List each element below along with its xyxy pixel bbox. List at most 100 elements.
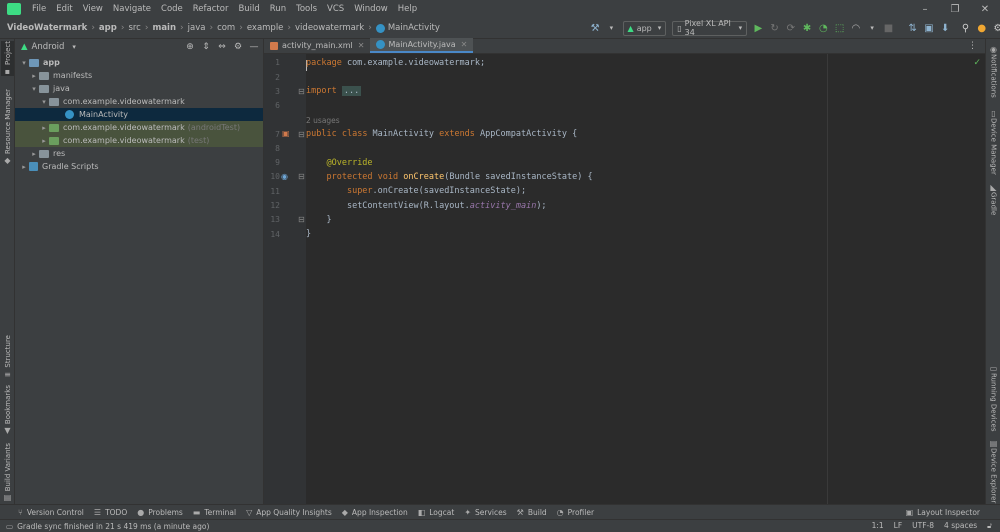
tree-item-package-test[interactable]: ▸ com.example.videowatermark (test) [15, 134, 263, 147]
settings-gear-icon[interactable]: ⚙ [993, 22, 1000, 34]
project-view-mode-select[interactable]: Android [32, 42, 65, 52]
menu-navigate[interactable]: Navigate [108, 4, 156, 14]
breadcrumb-main[interactable]: main [152, 23, 176, 33]
chevron-right-icon[interactable]: ▸ [39, 137, 49, 145]
more-options-icon[interactable]: ⋮ [968, 41, 977, 51]
tool-problems[interactable]: ● Problems [132, 508, 188, 517]
tree-item-app[interactable]: ▾ app [15, 56, 263, 69]
close-icon[interactable]: ✕ [358, 41, 365, 50]
override-method-icon[interactable]: ◉ [281, 172, 288, 181]
tab-resource-manager[interactable]: Resource Manager ◆ [1, 89, 14, 165]
tree-item-mainactivity[interactable]: MainActivity [15, 108, 263, 121]
tab-notifications[interactable]: ◉ Notifications [987, 43, 1000, 98]
breadcrumb-videowatermark[interactable]: videowatermark [295, 23, 364, 33]
lock-icon[interactable]: 🔓︎ [987, 521, 992, 531]
menu-code[interactable]: Code [156, 4, 188, 14]
code-line-11[interactable]: super.onCreate(savedInstanceState); [306, 184, 526, 198]
breadcrumb-example[interactable]: example [247, 23, 284, 33]
chevron-right-icon[interactable]: ▸ [19, 163, 29, 171]
sync-gradle-icon[interactable]: ⇅ [908, 22, 918, 34]
build-hammer-icon[interactable]: ⚒ [590, 22, 600, 34]
no-problems-check-icon[interactable]: ✓ [973, 58, 981, 68]
apply-changes-icon[interactable]: ⟳ [786, 22, 796, 34]
code-line-3[interactable]: import ... [306, 84, 362, 98]
run-icon[interactable]: ▶ [753, 22, 763, 34]
code-line-7[interactable]: public class MainActivity extends AppCom… [306, 127, 577, 141]
code-line-9[interactable]: @Override [306, 156, 372, 170]
expand-all-icon[interactable]: ⇕ [201, 42, 211, 52]
tool-terminal[interactable]: ▬ Terminal [188, 508, 241, 517]
tree-item-gradle-scripts[interactable]: ▸ Gradle Scripts [15, 160, 263, 173]
chevron-down-icon[interactable]: ▾ [29, 85, 39, 93]
indent-setting[interactable]: 4 spaces [944, 521, 977, 531]
tool-build[interactable]: ⚒ Build [512, 508, 552, 517]
menu-window[interactable]: Window [349, 4, 393, 14]
fold-marker-icon[interactable]: ⊟ [298, 87, 305, 96]
menu-help[interactable]: Help [393, 4, 422, 14]
restore-button[interactable]: ❐ [940, 4, 970, 15]
chevron-down-icon[interactable]: ▾ [39, 98, 49, 106]
chevron-down-icon[interactable]: ▾ [867, 22, 877, 34]
fold-marker-icon[interactable]: ⊟ [298, 215, 305, 224]
breadcrumb-app[interactable]: app [99, 23, 117, 33]
chevron-right-icon[interactable]: ▸ [29, 72, 39, 80]
select-opened-file-icon[interactable]: ⊕ [185, 42, 195, 52]
chevron-down-icon[interactable]: ▾ [72, 43, 76, 51]
hide-panel-icon[interactable]: — [249, 42, 259, 52]
tool-app-inspection[interactable]: ◆ App Inspection [337, 508, 413, 517]
tool-services[interactable]: ✦ Services [459, 508, 511, 517]
chevron-down-icon[interactable]: ▾ [606, 22, 616, 34]
tree-item-manifests[interactable]: ▸ manifests [15, 69, 263, 82]
chevron-right-icon[interactable]: ▸ [29, 150, 39, 158]
profile-icon[interactable]: ◔ [818, 22, 828, 34]
menu-file[interactable]: File [27, 4, 51, 14]
code-line-12[interactable]: setContentView(R.layout.activity_main); [306, 199, 547, 213]
tree-item-package[interactable]: ▾ com.example.videowatermark [15, 95, 263, 108]
run-config-select[interactable]: ▲ app ▾ [622, 20, 667, 36]
usages-hint[interactable]: 2 usages [306, 116, 340, 125]
tree-item-res[interactable]: ▸ res [15, 147, 263, 160]
tool-logcat[interactable]: ◧ Logcat [413, 508, 460, 517]
fold-marker-icon[interactable]: ⊟ [298, 130, 305, 139]
status-message[interactable]: ▭ Gradle sync finished in 21 s 419 ms (a… [0, 522, 209, 531]
tab-mainactivity-java[interactable]: MainActivity.java ✕ [370, 38, 474, 53]
menu-view[interactable]: View [78, 4, 108, 14]
breadcrumb-com[interactable]: com [217, 23, 235, 33]
file-encoding[interactable]: UTF-8 [912, 521, 934, 531]
tool-profiler[interactable]: ◔ Profiler [552, 508, 599, 517]
tab-project[interactable]: Project ▪ [1, 41, 14, 76]
breadcrumb-current-class[interactable]: MainActivity [375, 23, 440, 33]
fold-marker-icon[interactable]: ⊟ [298, 172, 305, 181]
device-mirror-icon[interactable]: ▣ [924, 22, 934, 34]
tab-running-devices[interactable]: ▭ Running Devices [987, 362, 1000, 432]
code-line-13[interactable]: } [306, 213, 331, 227]
menu-build[interactable]: Build [233, 4, 264, 14]
sdk-manager-icon[interactable]: ⬇ [940, 22, 950, 34]
minimize-button[interactable]: – [910, 4, 940, 15]
device-select[interactable]: ▯ Pixel XL API 34 ▾ [672, 19, 748, 37]
cursor-position[interactable]: 1:1 [872, 521, 884, 531]
settings-gear-icon[interactable]: ⚙ [233, 42, 243, 52]
code-line-14[interactable]: } [306, 227, 311, 241]
attach-debugger-icon[interactable]: ⬚ [834, 22, 844, 34]
tab-bookmarks[interactable]: Bookmarks ▼ [1, 385, 14, 435]
coverage-icon[interactable]: ◠ [851, 22, 861, 34]
close-window-button[interactable]: ✕ [970, 4, 1000, 15]
class-run-gutter-icon[interactable]: ▣ [282, 129, 290, 138]
breadcrumb-project[interactable]: VideoWatermark [7, 23, 87, 33]
tab-activity-main-xml[interactable]: activity_main.xml ✕ [264, 38, 370, 53]
chevron-right-icon[interactable]: ▸ [39, 124, 49, 132]
menu-edit[interactable]: Edit [51, 4, 77, 14]
code-line-10[interactable]: protected void onCreate(Bundle savedInst… [306, 170, 592, 184]
tool-app-quality-insights[interactable]: ▽ App Quality Insights [241, 508, 337, 517]
tab-structure[interactable]: Structure ≡ [1, 335, 14, 379]
debug-icon[interactable]: ✱ [802, 22, 812, 34]
search-icon[interactable]: ⚲ [960, 22, 970, 34]
chevron-down-icon[interactable]: ▾ [19, 59, 29, 67]
code-line-1[interactable]: package com.example.videowatermark; [306, 56, 485, 70]
menu-tools[interactable]: Tools [291, 4, 322, 14]
tree-item-package-androidtest[interactable]: ▸ com.example.videowatermark (androidTes… [15, 121, 263, 134]
stop-icon[interactable]: ■ [883, 22, 893, 34]
breadcrumb-java[interactable]: java [188, 23, 206, 33]
tool-layout-inspector[interactable]: ▣ Layout Inspector [901, 508, 1000, 517]
